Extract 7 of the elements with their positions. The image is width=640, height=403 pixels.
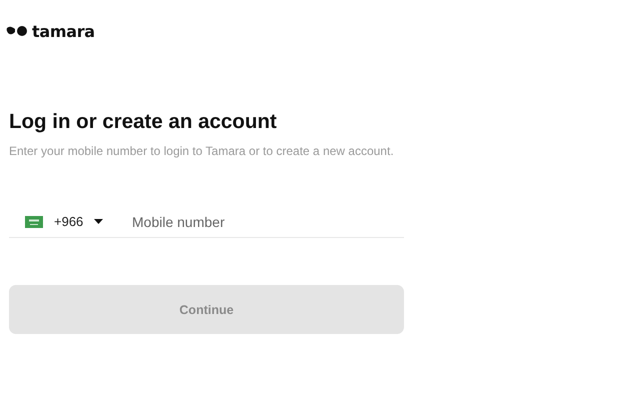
page-heading: Log in or create an account bbox=[9, 109, 278, 135]
subtitle-text: Enter your mobile number to login to Tamara or to create a new account. bbox=[9, 144, 395, 158]
logo-wordmark: tamara bbox=[32, 22, 95, 40]
logo-icon bbox=[6, 25, 28, 37]
country-code-selector[interactable]: +966 bbox=[9, 214, 124, 229]
caret-icon bbox=[94, 219, 104, 224]
flag-icon bbox=[25, 216, 43, 228]
